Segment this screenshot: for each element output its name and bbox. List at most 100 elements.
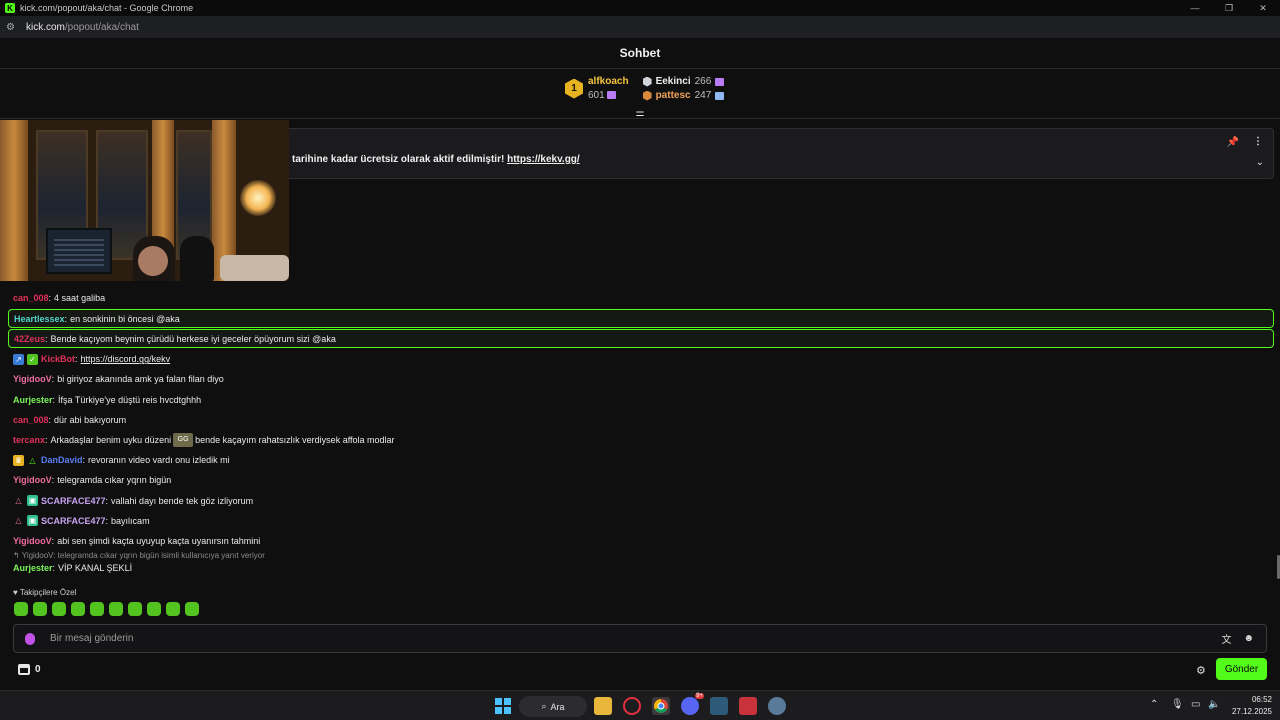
streamer-face bbox=[138, 246, 168, 276]
chat-username[interactable]: SCARFACE477 bbox=[41, 496, 106, 506]
settings-app-icon[interactable] bbox=[768, 697, 786, 715]
chat-message[interactable]: tercanx: Arkadaşlar benim uyku düzeni GG be… bbox=[8, 430, 1274, 450]
taskbar-search-label: Ara bbox=[550, 701, 565, 712]
chat-popout: Sohbet 1 alfkoach 601 Eekinci 266 pattes… bbox=[0, 38, 1280, 688]
picture-in-picture-video[interactable] bbox=[0, 120, 289, 281]
volume-icon[interactable]: 🔈 bbox=[1208, 699, 1220, 710]
chat-message[interactable]: YigidooV: abi sen şimdi kaçta uyuyup kaçt… bbox=[8, 531, 1274, 551]
chat-username[interactable]: Aurjester bbox=[13, 563, 53, 573]
gift-icon bbox=[607, 91, 617, 100]
restore-icon[interactable]: ❐ bbox=[1212, 0, 1246, 16]
chat-message[interactable]: △ ▣ SCARFACE477: bayılıcam bbox=[8, 511, 1274, 531]
translate-icon[interactable]: 文 bbox=[1221, 631, 1231, 646]
chat-message[interactable]: YigidooV: telegramda cıkar yqrın bigün bbox=[8, 470, 1274, 490]
more-options-icon[interactable]: ⋮ bbox=[1253, 136, 1263, 147]
emote-button[interactable] bbox=[166, 602, 180, 616]
emote-button[interactable] bbox=[33, 602, 47, 616]
emote-button[interactable] bbox=[147, 602, 161, 616]
clock-time: 06:52 bbox=[1251, 695, 1272, 704]
emote-button[interactable] bbox=[90, 602, 104, 616]
minimize-icon[interactable]: — bbox=[1178, 0, 1212, 16]
chat-message-text: Bende kaçıyom beynim çürüdü herkese iyi … bbox=[50, 333, 336, 344]
channel-points: 0 bbox=[35, 664, 41, 675]
search-icon: ⌕ bbox=[541, 701, 547, 711]
leaderboard-first[interactable]: 1 alfkoach 601 bbox=[565, 76, 629, 101]
reply-context: ↰ YigidooV: telegramda cıkar yqrın bigün… bbox=[8, 551, 1274, 562]
chat-message-link[interactable]: https://discord.gg/kekv bbox=[81, 354, 171, 364]
chat-message[interactable]: Aurjester: VİP KANAL ŞEKLİ bbox=[8, 562, 1274, 574]
leaderboard-third-count: 247 bbox=[694, 90, 712, 101]
emote-button[interactable] bbox=[185, 602, 199, 616]
send-button[interactable]: Gönder bbox=[1216, 658, 1267, 680]
windows-start-icon[interactable] bbox=[494, 697, 512, 715]
pin-icon[interactable]: 📌 bbox=[1227, 137, 1239, 148]
chat-username[interactable]: can_008 bbox=[13, 293, 49, 303]
chat-username[interactable]: YigidooV bbox=[13, 475, 52, 485]
chat-message[interactable]: Heartlessex: en sonkinin bi öncesi @aka bbox=[8, 309, 1274, 329]
chat-username[interactable]: YigidooV bbox=[13, 374, 52, 384]
discord-icon[interactable]: 9+ bbox=[681, 693, 704, 715]
chat-message-text: bayılıcam bbox=[111, 515, 150, 526]
chevron-down-icon[interactable]: ⌄ bbox=[1256, 157, 1264, 168]
pinned-link[interactable]: https://kekv.gg/ bbox=[507, 154, 580, 165]
chat-message-text: vallahi dayı bende tek göz izliyorum bbox=[111, 495, 254, 506]
tray-chevron-up-icon[interactable]: ⌃ bbox=[1150, 699, 1158, 710]
emote-button[interactable] bbox=[128, 602, 142, 616]
emoji-icon[interactable]: ☻ bbox=[1243, 633, 1254, 644]
chat-username[interactable]: can_008 bbox=[13, 415, 49, 425]
chat-username[interactable]: YigidooV bbox=[13, 536, 52, 546]
emote-button[interactable] bbox=[52, 602, 66, 616]
emote-button[interactable] bbox=[71, 602, 85, 616]
emote-button[interactable] bbox=[14, 602, 28, 616]
url-path: /popout/aka/chat bbox=[64, 21, 139, 33]
chat-username[interactable]: KickBot bbox=[41, 354, 75, 364]
curtain-left bbox=[0, 120, 28, 281]
settings-gear-icon[interactable]: ⚙ bbox=[1196, 664, 1206, 677]
chat-message-text: Arkadaşlar benim uyku düzeni bbox=[50, 435, 172, 446]
taskbar-search[interactable]: ⌕ Ara bbox=[519, 696, 587, 717]
app-icon[interactable] bbox=[739, 697, 757, 715]
gift-badge-icon: ▣ bbox=[27, 515, 38, 527]
chat-message[interactable]: can_008:4 saat galiba bbox=[8, 288, 1274, 308]
microphone-tray-icon[interactable]: 🎙 bbox=[1171, 699, 1184, 710]
reply-context-text: YigidooV: telegramda cıkar yqrın bigün i… bbox=[21, 551, 265, 561]
file-explorer-icon[interactable] bbox=[594, 697, 612, 715]
chat-message-input[interactable] bbox=[50, 633, 1222, 644]
chat-message[interactable]: can_008: dür abi bakıyorum bbox=[8, 410, 1274, 430]
chat-message[interactable]: ↗ ✓ KickBot: https://discord.gg/kekv bbox=[8, 349, 1274, 369]
site-info-icon[interactable]: ⚙ bbox=[6, 22, 22, 33]
opera-icon[interactable] bbox=[623, 697, 641, 715]
chrome-icon[interactable] bbox=[652, 697, 670, 715]
microphone-icon[interactable] bbox=[25, 632, 35, 645]
username-separator: : bbox=[75, 354, 78, 365]
chat-username[interactable]: SCARFACE477 bbox=[41, 516, 106, 526]
chat-message[interactable]: △ ▣ SCARFACE477: vallahi dayı bende tek göz… bbox=[8, 491, 1274, 511]
username-separator: : bbox=[52, 394, 56, 405]
network-icon[interactable]: ▭ bbox=[1191, 699, 1200, 710]
address-bar[interactable]: ⚙ kick.com/popout/aka/chat bbox=[0, 16, 1280, 38]
collapse-leaderboard-icon[interactable]: ☰ bbox=[634, 112, 646, 122]
chat-message[interactable]: ♛ △ DanDavid: revoranın video vardı onu izl… bbox=[8, 450, 1274, 470]
chat-message[interactable]: Aurjester: İfşa Türkiye'ye düştü reis hvc… bbox=[8, 390, 1274, 410]
chat-username[interactable]: tercanx bbox=[13, 435, 45, 445]
chat-username[interactable]: DanDavid bbox=[41, 455, 83, 465]
username-separator: : bbox=[48, 293, 52, 304]
system-clock[interactable]: 06:52 27.12.2025 bbox=[1228, 694, 1272, 718]
gift-icon bbox=[715, 77, 725, 86]
emote-button[interactable] bbox=[109, 602, 123, 616]
chat-username[interactable]: Aurjester bbox=[13, 395, 53, 405]
chat-message[interactable]: 42Zeus: Bende kaçıyom beynim çürüdü herke… bbox=[8, 329, 1274, 349]
store-icon[interactable] bbox=[18, 664, 30, 675]
chat-username[interactable]: 42Zeus bbox=[14, 334, 45, 344]
triangle-badge-icon: △ bbox=[15, 496, 22, 506]
close-icon[interactable]: ✕ bbox=[1246, 0, 1280, 16]
leaderboard-second[interactable]: Eekinci 266 bbox=[642, 76, 725, 87]
chat-username[interactable]: Heartlessex bbox=[14, 314, 65, 324]
chat-message[interactable]: YigidooV: bi giriyoz akanında amk ya fala… bbox=[8, 369, 1274, 389]
app-icon[interactable] bbox=[710, 697, 728, 715]
triangle-badge-icon: △ bbox=[15, 516, 22, 526]
leaderboard-third[interactable]: pattesc 247 bbox=[642, 90, 725, 101]
rank-1-hex-icon: 1 bbox=[565, 78, 583, 99]
chat-emote[interactable]: GG bbox=[173, 433, 194, 448]
lamp-light bbox=[240, 180, 276, 216]
